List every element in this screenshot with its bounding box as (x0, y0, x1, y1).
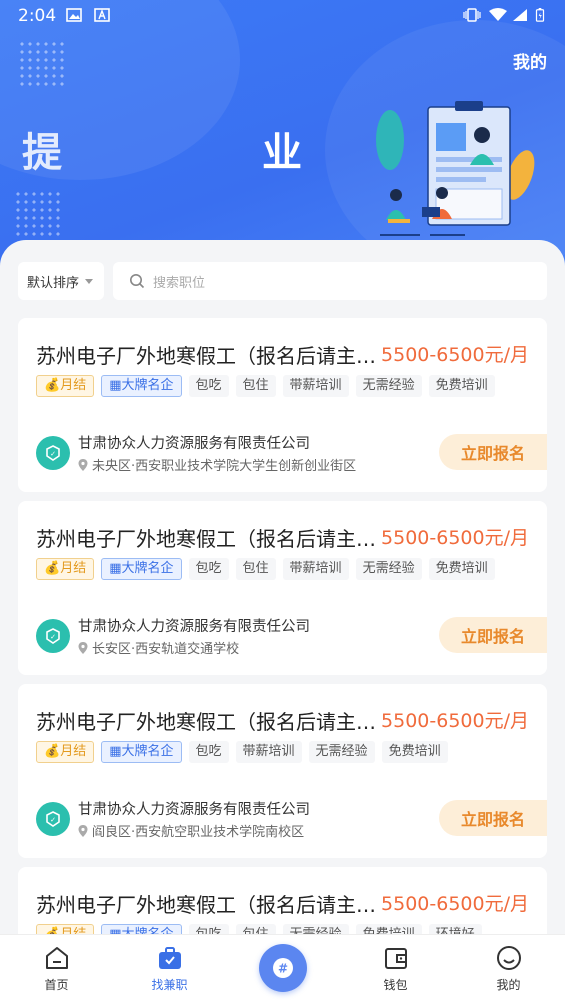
company-logo: ✓ (36, 436, 70, 470)
tag: 免费培训 (381, 741, 448, 763)
company-logo: ✓ (36, 802, 70, 836)
job-address: 长安区·西安轨道交通学校 (78, 638, 239, 657)
tab-label: 我的 (496, 978, 521, 992)
tag: 带薪培训 (282, 375, 349, 397)
tag: 包住 (235, 558, 276, 580)
job-title: 苏州电子厂外地寒假工（报名后请主… (36, 344, 376, 368)
location-pin-icon (78, 641, 88, 654)
svg-text:✓: ✓ (50, 816, 56, 824)
job-address: 未央区·西安职业技术学院大学生创新创业街区 (78, 455, 356, 474)
search-icon (130, 274, 145, 289)
job-tags: 💰月结 ▦大牌名企 包吃 包住 带薪培训 无需经验 免费培训 (36, 558, 495, 580)
tag: 带薪培训 (282, 558, 349, 580)
tag-brand: ▦大牌名企 (101, 375, 182, 397)
job-tags: 💰月结 ▦大牌名企 包吃 带薪培训 无需经验 免费培训 (36, 741, 448, 763)
address-text: 长安区·西安轨道交通学校 (92, 642, 240, 657)
address-text: 阎良区·西安航空职业技术学院南校区 (92, 825, 305, 840)
tag: 免费培训 (428, 558, 495, 580)
company-name: 甘肃协众人力资源服务有限责任公司 (78, 436, 310, 452)
tag: 无需经验 (308, 741, 375, 763)
svg-text:✓: ✓ (50, 450, 56, 458)
job-card[interactable]: 苏州电子厂外地寒假工（报名后请主… 5500-6500元/月 💰月结 ▦大牌名企… (18, 501, 547, 675)
company-name: 甘肃协众人力资源服务有限责任公司 (78, 619, 310, 635)
company-logo: ✓ (36, 619, 70, 653)
tag-monthly: 💰月结 (36, 741, 95, 763)
job-salary: 5500-6500元/月 (381, 710, 529, 732)
tab-home[interactable]: 首页 (0, 935, 113, 1004)
svg-text:✓: ✓ (50, 633, 56, 641)
tag: 带薪培训 (235, 741, 302, 763)
recruitment-illustration (376, 101, 535, 236)
signal-icon (513, 9, 527, 21)
job-card[interactable]: 苏州电子厂外地寒假工（报名后请主… 5500-6500元/月 💰月结 ▦大牌名企… (18, 318, 547, 492)
wifi-icon (489, 8, 507, 21)
job-address: 阎良区·西安航空职业技术学院南校区 (78, 821, 304, 840)
sort-dropdown[interactable]: 默认排序 (18, 262, 104, 300)
banner-title-left: 提 (22, 130, 64, 176)
tag-monthly: 💰月结 (36, 375, 95, 397)
battery-icon (535, 8, 545, 22)
apply-button[interactable]: 立即报名 (439, 800, 547, 836)
company-icon: ✓ (46, 445, 60, 461)
company-icon: ✓ (46, 811, 60, 827)
tab-find-job[interactable]: 找兼职 (113, 935, 226, 1004)
status-bar: 2:04 (0, 0, 565, 32)
tab-wallet[interactable]: 钱包 (339, 935, 452, 1004)
center-action-button[interactable]: # (259, 944, 307, 992)
job-title: 苏州电子厂外地寒假工（报名后请主… (36, 527, 376, 551)
job-salary: 5500-6500元/月 (381, 344, 529, 366)
smiley-icon (496, 946, 521, 970)
job-title: 苏州电子厂外地寒假工（报名后请主… (36, 893, 376, 917)
tab-label: 钱包 (383, 978, 408, 992)
tag: 包吃 (188, 375, 229, 397)
company-icon: ✓ (46, 628, 60, 644)
job-title: 苏州电子厂外地寒假工（报名后请主… (36, 710, 376, 734)
location-pin-icon (78, 458, 88, 471)
wallet-icon (384, 948, 407, 969)
location-pin-icon (78, 824, 88, 837)
tag: 无需经验 (355, 375, 422, 397)
image-icon (66, 8, 82, 22)
tab-label: 首页 (44, 978, 69, 992)
apply-button[interactable]: 立即报名 (439, 617, 547, 653)
job-salary: 5500-6500元/月 (381, 893, 529, 915)
tag: 无需经验 (355, 558, 422, 580)
apply-button[interactable]: 立即报名 (439, 434, 547, 470)
job-tags: 💰月结 ▦大牌名企 包吃 包住 带薪培训 无需经验 免费培训 (36, 375, 495, 397)
hashtag-icon: # (273, 958, 293, 978)
address-text: 未央区·西安职业技术学院大学生创新创业街区 (92, 459, 357, 474)
job-card[interactable]: 苏州电子厂外地寒假工（报名后请主… 5500-6500元/月 💰月结 ▦大牌名企… (18, 684, 547, 858)
tag-brand: ▦大牌名企 (101, 558, 182, 580)
banner-title-right: 业 (262, 130, 302, 176)
home-icon (45, 947, 68, 969)
svg-text:#: # (278, 962, 288, 976)
caret-down-icon (85, 278, 94, 284)
a-icon (94, 8, 110, 22)
tag-monthly: 💰月结 (36, 558, 95, 580)
mine-link[interactable]: 我的 (513, 48, 547, 73)
tab-mine[interactable]: 我的 (452, 935, 565, 1004)
status-time: 2:04 (18, 6, 57, 26)
sort-label: 默认排序 (27, 275, 80, 291)
vibrate-icon (463, 8, 481, 22)
tab-label: 找兼职 (151, 978, 188, 992)
tag: 免费培训 (428, 375, 495, 397)
company-name: 甘肃协众人力资源服务有限责任公司 (78, 802, 310, 818)
tag: 包吃 (188, 558, 229, 580)
tag-brand: ▦大牌名企 (101, 741, 182, 763)
search-placeholder: 搜索职位 (153, 275, 206, 291)
tag: 包吃 (188, 741, 229, 763)
banner-decor (18, 40, 64, 86)
job-salary: 5500-6500元/月 (381, 527, 529, 549)
search-input[interactable]: 搜索职位 (113, 262, 547, 300)
banner-decor (14, 190, 60, 236)
briefcase-icon (158, 947, 181, 969)
tag: 包住 (235, 375, 276, 397)
